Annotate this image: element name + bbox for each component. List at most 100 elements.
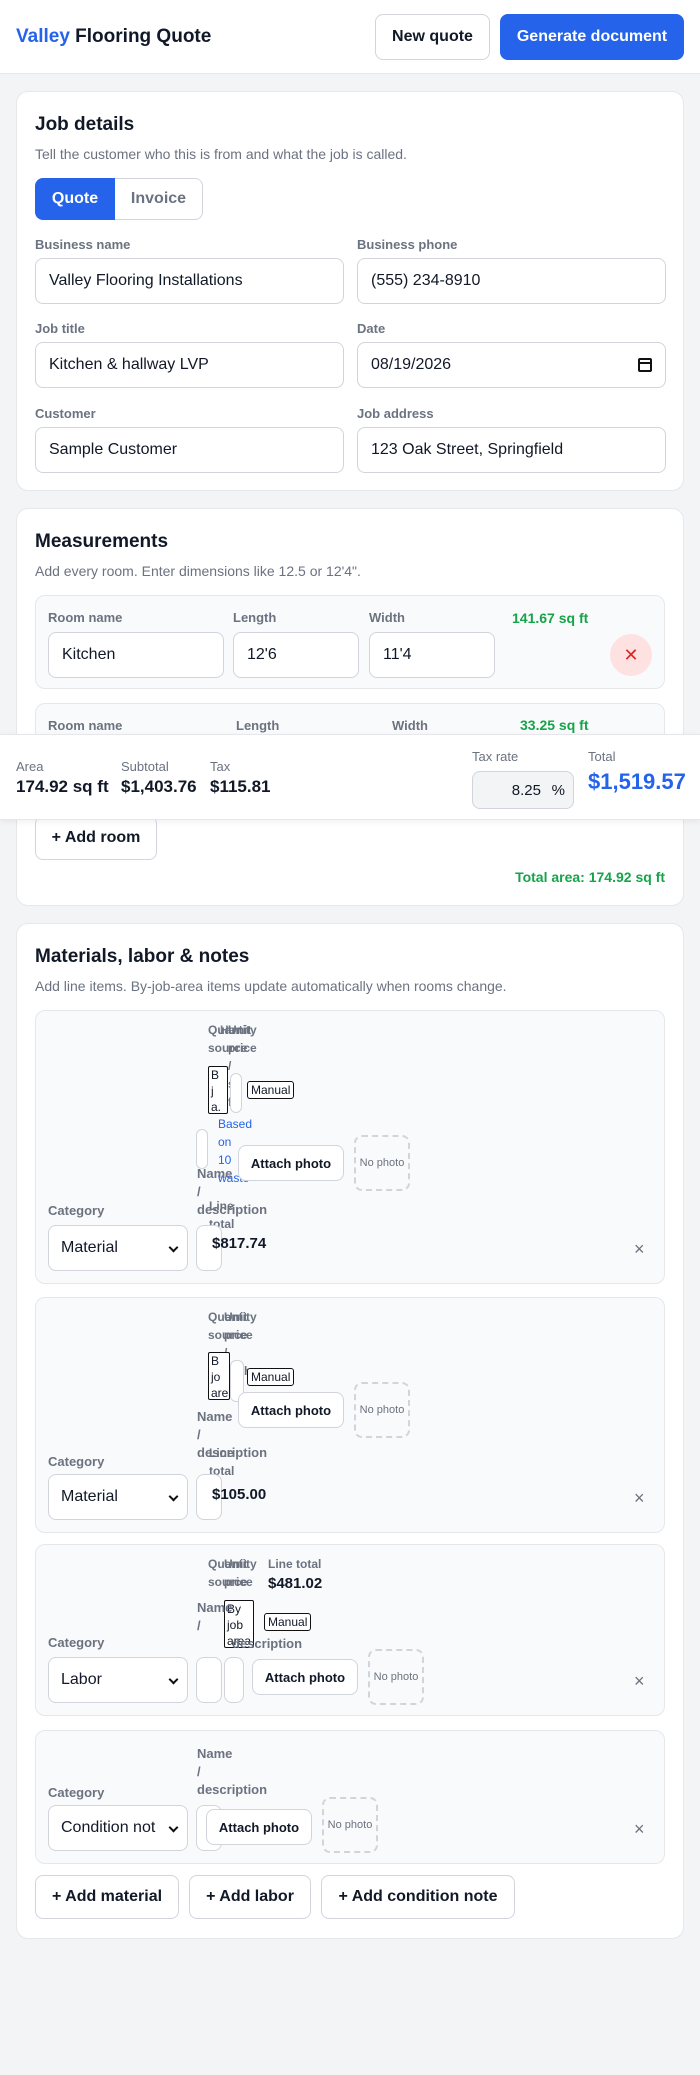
- attach-photo-button[interactable]: Attach photo: [252, 1659, 358, 1695]
- line-item: Name / description Category Condition not …: [35, 1730, 665, 1864]
- quantity-source-select[interactable]: Bj a.: [208, 1066, 228, 1114]
- manual-toggle[interactable]: Manual: [247, 1081, 295, 1099]
- mode-invoice-tab[interactable]: Invoice: [115, 178, 203, 220]
- mode-quote-tab[interactable]: Quote: [35, 178, 115, 220]
- category-select[interactable]: Condition not: [48, 1805, 188, 1851]
- add-labor-button[interactable]: + Add labor: [189, 1875, 311, 1919]
- category-select[interactable]: Material: [48, 1474, 188, 1520]
- quantity-source-select[interactable]: Bjoarea: [208, 1352, 230, 1400]
- line-item: Quantitysource Ha Unitprice/sqft. Bja. M…: [35, 1010, 665, 1284]
- photo-placeholder: No photo: [368, 1649, 424, 1705]
- business-phone-input[interactable]: (555) 234-8910: [357, 258, 666, 304]
- category-value: Material: [61, 1239, 118, 1256]
- photo-placeholder: No photo: [354, 1135, 410, 1191]
- line-total-value: $105.00: [212, 1486, 267, 1503]
- attach-photo-button[interactable]: Attach photo: [238, 1392, 344, 1428]
- app-title-rest: Flooring Quote: [69, 26, 212, 47]
- business-name-input[interactable]: Valley Flooring Installations: [35, 258, 344, 304]
- date-value: 08/19/2026: [371, 356, 452, 373]
- measurements-title: Measurements: [35, 531, 169, 552]
- job-address-label: Job address: [357, 406, 434, 421]
- name-description-label: description: [232, 1636, 303, 1651]
- customer-input[interactable]: Sample Customer: [35, 427, 344, 473]
- top-bar: Valley Flooring Quote New quote Generate…: [0, 0, 700, 74]
- add-condition-note-button[interactable]: + Add condition note: [321, 1875, 515, 1919]
- materials-hint: Add line items. By-job-area items update…: [35, 978, 507, 994]
- new-quote-button[interactable]: New quote: [375, 14, 490, 60]
- remove-item-icon[interactable]: ×: [634, 1671, 645, 1692]
- generate-document-button[interactable]: Generate document: [500, 14, 684, 60]
- line-item: Quantitysource Unitprice/each Bjoarea Ma…: [35, 1297, 665, 1533]
- area-value: 174.92 sq ft: [16, 777, 109, 796]
- width-label: Width: [392, 718, 428, 733]
- category-label: Category: [48, 1454, 105, 1469]
- length-input[interactable]: 12'6: [233, 632, 359, 678]
- photo-placeholder: No photo: [354, 1382, 410, 1438]
- category-label: Category: [48, 1203, 105, 1218]
- manual-toggle[interactable]: Manual: [247, 1368, 295, 1386]
- chevron-down-icon: [168, 1822, 179, 1833]
- job-address-input[interactable]: 123 Oak Street, Springfield: [357, 427, 666, 473]
- tax-label: Tax: [210, 759, 231, 774]
- remove-room-icon[interactable]: ✕: [610, 634, 652, 676]
- line-item: Quantity source Unit price Line total $481…: [35, 1544, 665, 1716]
- tax-value: $115.81: [210, 777, 271, 796]
- quantity-input[interactable]: [196, 1129, 208, 1169]
- width-input[interactable]: 11'4: [369, 632, 495, 678]
- category-value: Condition not: [61, 1819, 156, 1836]
- name-description-label: Name / description: [197, 1746, 268, 1797]
- category-label: Category: [48, 1785, 105, 1800]
- chevron-down-icon: [168, 1491, 179, 1502]
- date-label: Date: [357, 321, 386, 336]
- add-material-button[interactable]: + Add material: [35, 1875, 179, 1919]
- remove-item-icon[interactable]: ×: [634, 1488, 645, 1509]
- room-name-input[interactable]: Kitchen: [48, 632, 224, 678]
- business-phone-label: Business phone: [357, 237, 458, 252]
- category-select[interactable]: Labor: [48, 1657, 188, 1703]
- total-label: Total: [588, 749, 616, 764]
- area-label: Area: [16, 759, 44, 774]
- summary-bar: Area 174.92 sq ft Subtotal $1,403.76 Tax…: [0, 734, 700, 820]
- remove-item-icon[interactable]: ×: [634, 1819, 645, 1840]
- unit-price-input[interactable]: [230, 1073, 242, 1113]
- name-description-label: /: [197, 1618, 201, 1633]
- measurements-hint: Add every room. Enter dimensions like 12…: [35, 563, 361, 579]
- photo-placeholder: No photo: [322, 1797, 378, 1853]
- category-select[interactable]: Material: [48, 1225, 188, 1271]
- name-description-input[interactable]: [196, 1657, 222, 1703]
- room-sqft: 141.67 sq ft: [512, 610, 589, 626]
- width-label: Width: [369, 610, 405, 625]
- add-room-button[interactable]: + Add room: [35, 816, 157, 860]
- business-name-label: Business name: [35, 237, 131, 252]
- line-total-value: $481.02: [268, 1575, 323, 1592]
- tax-rate-input[interactable]: 8.25 %: [472, 771, 574, 809]
- category-value: Labor: [61, 1671, 102, 1688]
- date-input[interactable]: 08/19/2026: [357, 342, 666, 388]
- quantity-input[interactable]: [224, 1657, 244, 1703]
- job-details-card: Job details Tell the customer who this i…: [16, 91, 684, 491]
- room-name-label: Room name: [48, 718, 123, 733]
- line-total-value: $817.74: [212, 1235, 267, 1252]
- calendar-icon[interactable]: [638, 358, 652, 372]
- total-area: Total area: 174.92 sq ft: [515, 869, 665, 885]
- unit-price-label: Unit price: [224, 1557, 253, 1589]
- length-label: Length: [233, 610, 277, 625]
- room-row: Room name Kitchen Length 12'6 Width 11'4…: [35, 595, 665, 689]
- customer-label: Customer: [35, 406, 96, 421]
- length-label: Length: [236, 718, 280, 733]
- attach-photo-button[interactable]: Attach photo: [206, 1809, 312, 1845]
- remove-item-icon[interactable]: ×: [634, 1239, 645, 1260]
- materials-title: Materials, labor & notes: [35, 946, 250, 967]
- subtotal-label: Subtotal: [121, 759, 169, 774]
- app-title: Valley Flooring Quote: [16, 26, 211, 48]
- chevron-down-icon: [168, 1674, 179, 1685]
- manual-toggle[interactable]: Manual: [264, 1613, 312, 1631]
- room-sqft: 33.25 sq ft: [520, 717, 589, 733]
- job-details-title: Job details: [35, 114, 135, 135]
- materials-card: Materials, labor & notes Add line items.…: [16, 923, 684, 1939]
- measurements-card: Measurements Add every room. Enter dimen…: [16, 508, 684, 906]
- job-title-label: Job title: [35, 321, 85, 336]
- app-title-accent: Valley: [16, 26, 70, 47]
- chevron-down-icon: [168, 1242, 179, 1253]
- job-title-input[interactable]: Kitchen & hallway LVP: [35, 342, 344, 388]
